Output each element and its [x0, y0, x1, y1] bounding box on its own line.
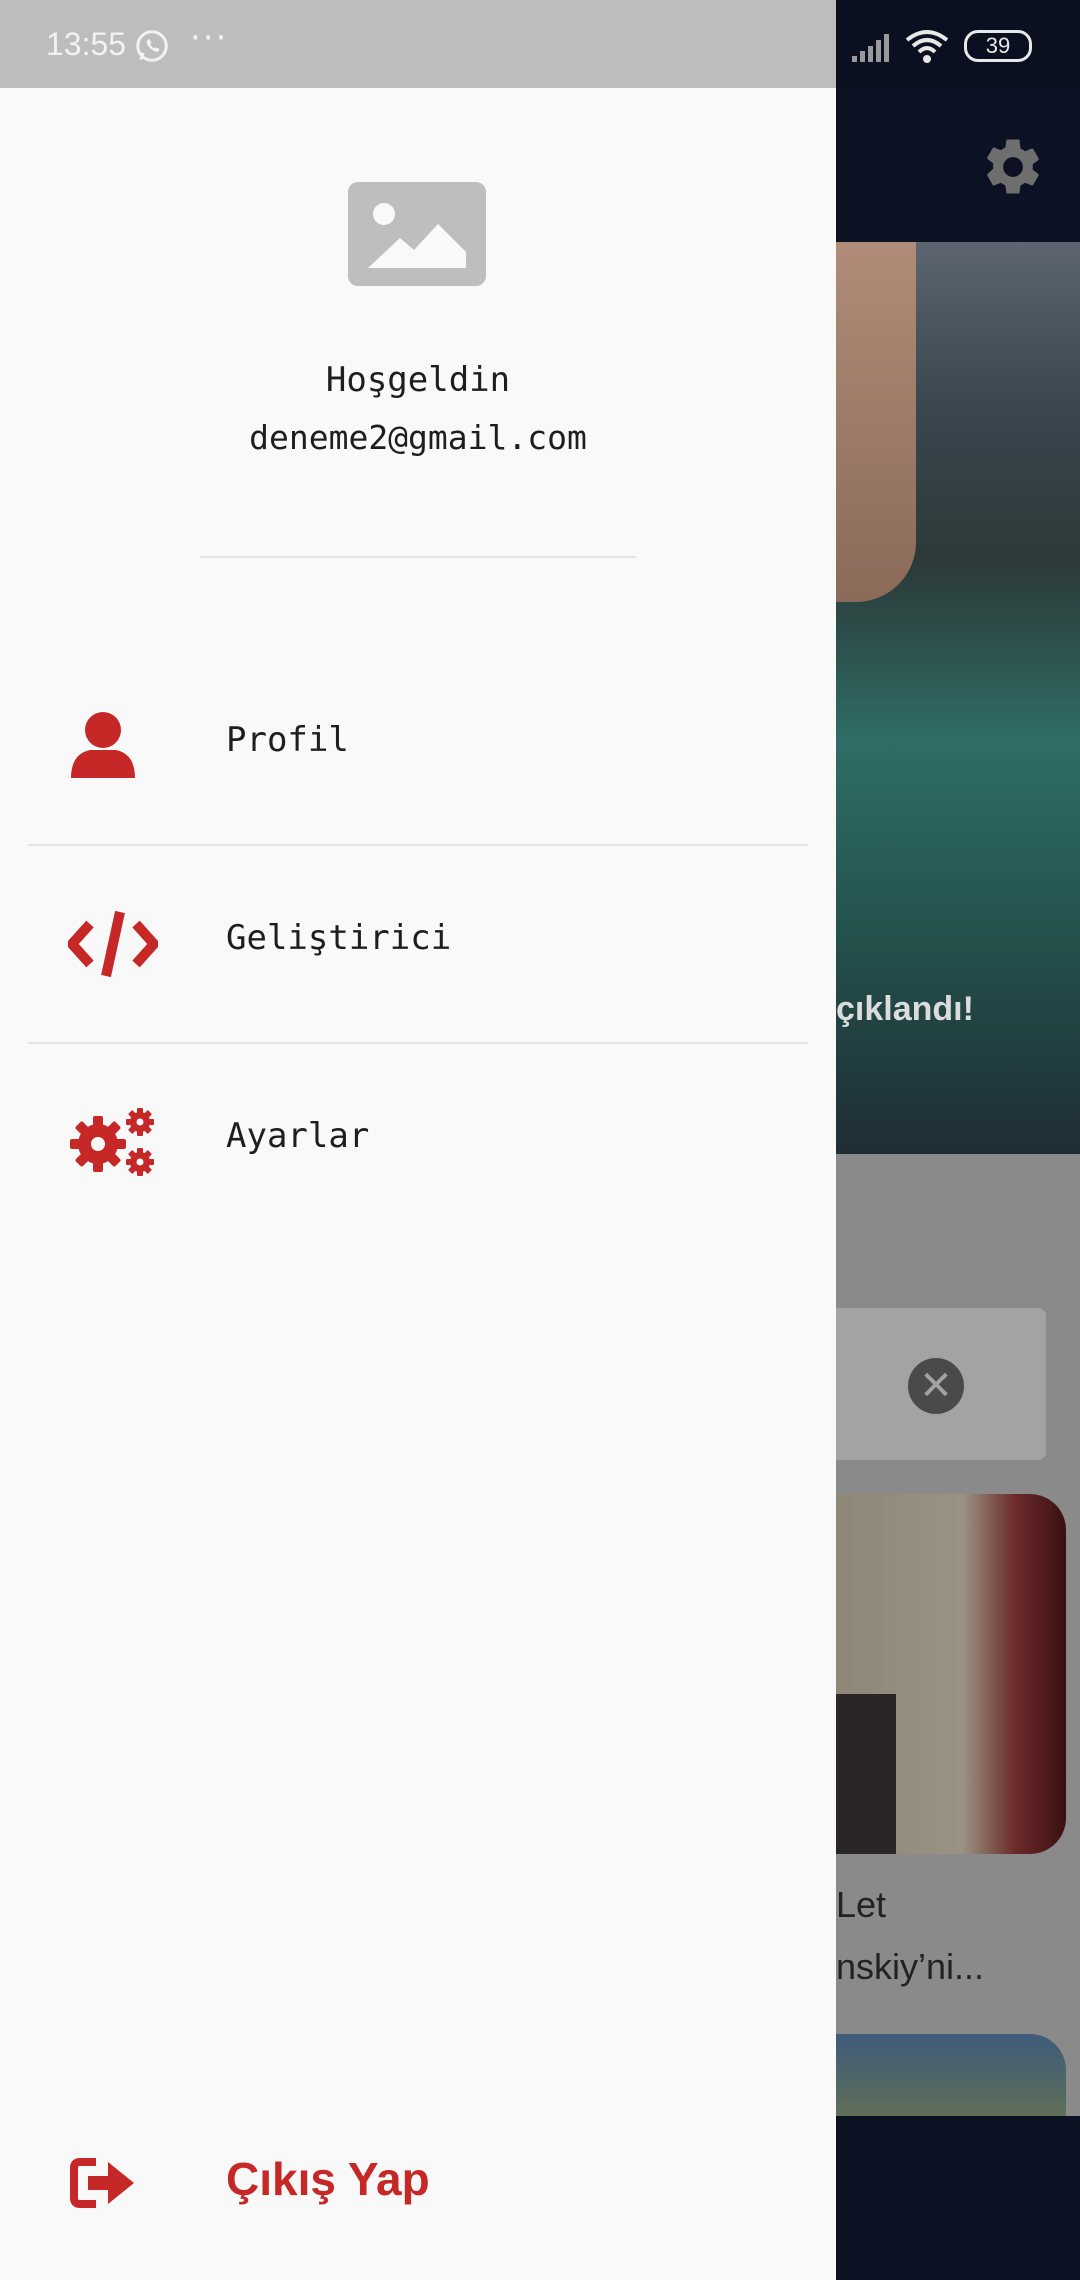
battery-icon: 39	[964, 30, 1032, 62]
news-headline-line-1: Let	[836, 1884, 887, 1925]
hero-image-detail	[836, 242, 916, 602]
hero-title: çıklandı!	[836, 990, 974, 1028]
more-notifications-icon: ···	[190, 18, 229, 58]
menu-item-label: Profil	[226, 720, 349, 760]
status-time: 13:55	[46, 26, 127, 62]
menu-item-label: Ayarlar	[226, 1116, 370, 1156]
logout-label: Çıkış Yap	[226, 2153, 430, 2205]
menu-item-developer[interactable]: Geliştirici	[0, 846, 836, 1042]
header-divider	[200, 556, 636, 558]
image-icon	[368, 203, 466, 268]
news-headline-line-2: nskiy’ni...	[836, 1946, 985, 1987]
status-bar: 13:55 ··· 39	[0, 0, 1080, 88]
user-email: deneme2@gmail.com	[249, 418, 587, 457]
wifi-icon	[905, 30, 949, 63]
close-icon[interactable]: ✕	[908, 1358, 964, 1414]
signal-icon	[852, 34, 889, 62]
news-image-figure	[836, 1694, 896, 1854]
sign-out-icon	[70, 2158, 134, 2208]
profile-image-placeholder	[348, 182, 486, 286]
news-image[interactable]	[836, 1494, 1066, 1854]
news-image-2[interactable]	[836, 2034, 1066, 2116]
menu-item-settings[interactable]: Ayarlar	[0, 1044, 836, 1240]
logout-button[interactable]: Çıkış Yap	[0, 2122, 836, 2252]
menu-item-label: Geliştirici	[226, 918, 452, 958]
settings-gear-icon[interactable]	[980, 134, 1046, 200]
navigation-drawer: Hoşgeldin deneme2@gmail.com Profil Geliş…	[0, 88, 836, 2280]
gears-icon	[70, 1108, 154, 1176]
background-bottom-bar	[836, 2116, 1080, 2280]
news-headline[interactable]: Let nskiy’ni...	[836, 1874, 1080, 1998]
code-icon	[68, 910, 158, 978]
user-icon	[71, 712, 135, 778]
menu-item-profile[interactable]: Profil	[0, 648, 836, 844]
greeting-text: Hoşgeldin	[325, 360, 511, 400]
whatsapp-icon	[136, 30, 168, 62]
